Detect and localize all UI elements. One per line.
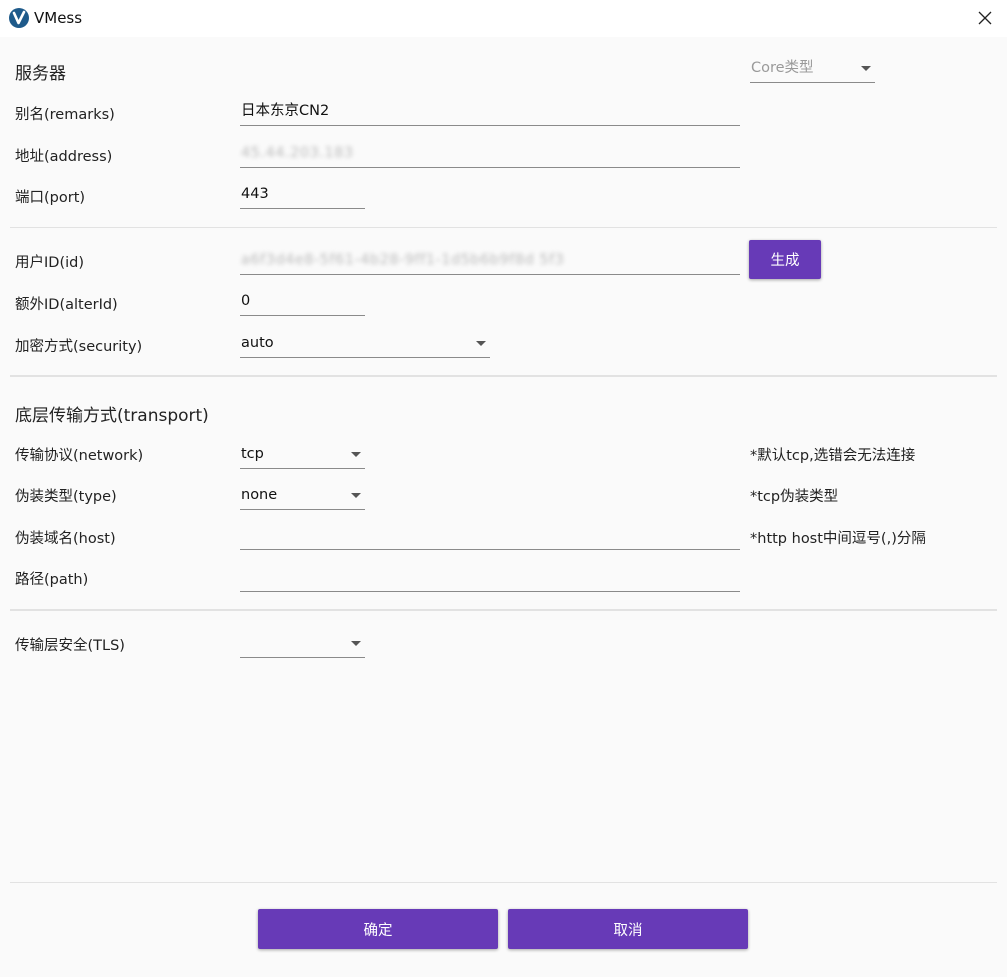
network-label: 传输协议(network) [15, 448, 144, 464]
vmess-v-icon [9, 8, 29, 28]
chevron-down-icon [861, 66, 871, 71]
port-label: 端口(port) [15, 190, 86, 206]
remarks-label: 别名(remarks) [15, 107, 115, 123]
chevron-down-icon [476, 341, 486, 346]
type-hint: *tcp伪装类型 [750, 489, 839, 505]
generate-button[interactable]: 生成 [749, 240, 821, 279]
user-id-value: a6f3d4e8-5f61-4b28-9ff1-1d5b6b9f8d 5f3 [241, 252, 565, 268]
type-label: 伪装类型(type) [15, 489, 117, 505]
divider [10, 375, 997, 377]
host-label: 伪装域名(host) [15, 531, 116, 547]
close-icon [978, 11, 992, 25]
user-id-input[interactable]: a6f3d4e8-5f61-4b28-9ff1-1d5b6b9f8d 5f3 [240, 249, 740, 275]
divider [10, 609, 997, 611]
tls-label: 传输层安全(TLS) [15, 638, 125, 654]
network-select[interactable]: tcp [240, 443, 365, 469]
address-label: 地址(address) [15, 149, 113, 165]
alterid-label: 额外ID(alterId) [15, 297, 118, 313]
ok-button[interactable]: 确定 [258, 909, 498, 949]
port-input[interactable]: 443 [240, 183, 365, 209]
security-value: auto [241, 335, 274, 351]
type-select[interactable]: none [240, 484, 365, 510]
address-input[interactable]: 45.44.203.183 [240, 142, 740, 168]
close-button[interactable] [971, 5, 999, 31]
chevron-down-icon [351, 641, 361, 646]
chevron-down-icon [351, 452, 361, 457]
host-input[interactable] [240, 524, 740, 550]
tls-select[interactable] [240, 632, 365, 658]
remarks-value: 日本东京CN2 [241, 103, 330, 119]
transport-section-title: 底层传输方式(transport) [15, 406, 209, 426]
divider [10, 882, 997, 883]
address-value: 45.44.203.183 [241, 145, 354, 161]
core-type-placeholder: Core类型 [751, 60, 814, 76]
cancel-button[interactable]: 取消 [508, 909, 748, 949]
divider [10, 227, 997, 228]
server-section-title: 服务器 [15, 64, 66, 84]
security-label: 加密方式(security) [15, 339, 143, 355]
host-hint: *http host中间逗号(,)分隔 [750, 531, 926, 547]
title-bar: VMess [0, 0, 1007, 37]
type-value: none [241, 487, 278, 503]
network-hint: *默认tcp,选错会无法连接 [750, 448, 916, 464]
network-value: tcp [241, 446, 264, 462]
user-id-label: 用户ID(id) [15, 255, 84, 271]
path-label: 路径(path) [15, 572, 89, 588]
alterid-value: 0 [241, 293, 251, 309]
remarks-input[interactable]: 日本东京CN2 [240, 100, 740, 126]
alterid-input[interactable]: 0 [240, 290, 365, 316]
security-select[interactable]: auto [240, 332, 490, 358]
window-title: VMess [34, 9, 83, 27]
core-type-select[interactable]: Core类型 [750, 57, 875, 83]
chevron-down-icon [351, 493, 361, 498]
path-input[interactable] [240, 566, 740, 592]
port-value: 443 [241, 186, 269, 202]
